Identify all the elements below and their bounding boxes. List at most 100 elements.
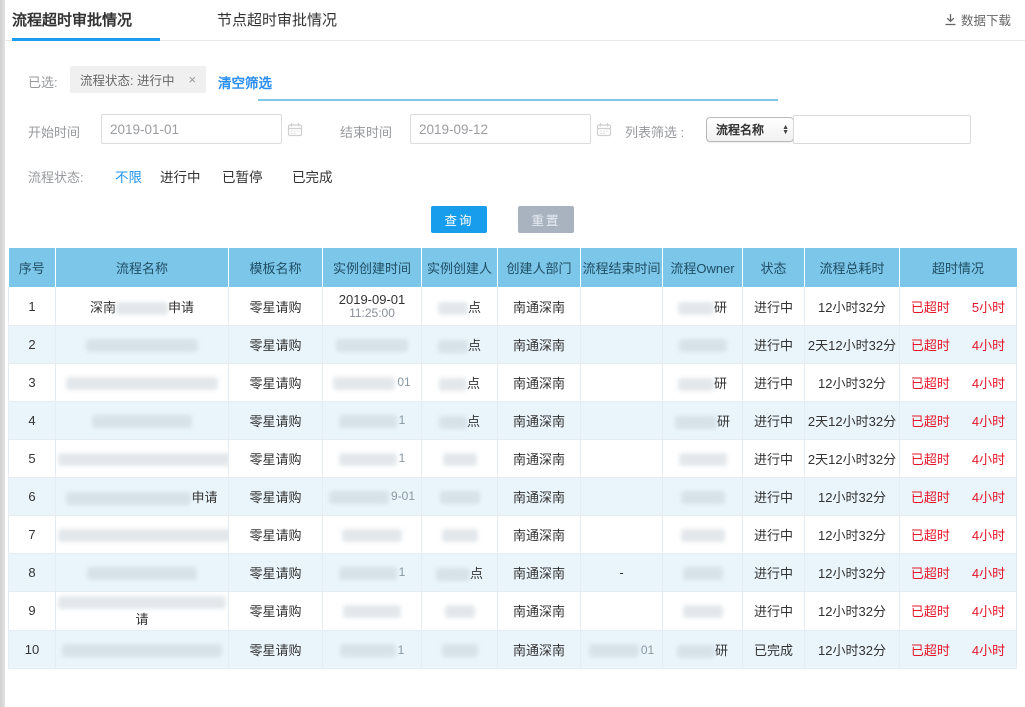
cell-template: 零星请购 <box>229 401 323 439</box>
cell-no: 3 <box>9 363 56 401</box>
cell-template: 零星请购 <box>229 591 323 630</box>
cell-text: 研 <box>714 300 727 315</box>
cell-name <box>56 515 229 553</box>
redacted-content <box>439 378 467 391</box>
cell-duration: 12小时32分 <box>805 591 900 630</box>
cell-creator <box>422 630 498 668</box>
query-button[interactable]: 查询 <box>431 206 487 233</box>
cell-overtime: 已超时4小时 <box>900 401 1017 439</box>
cell-overtime: 已超时 4小时 <box>900 515 1017 553</box>
cell-owner: 研 <box>663 401 743 439</box>
redacted-content <box>66 377 218 390</box>
redacted-content <box>440 491 480 504</box>
cell-template: 零星请购 <box>229 553 323 591</box>
clear-filters-link[interactable]: 清空筛选 <box>218 72 272 92</box>
cell-status: 进行中 <box>743 477 805 515</box>
cell-no: 6 <box>9 477 56 515</box>
created-time: 11:25:00 <box>325 307 419 320</box>
table-row: 3零星请购01点南通深南研进行中12小时32分已超时4小时 <box>9 363 1017 401</box>
status-option-paused[interactable]: 已暂停 <box>222 166 263 186</box>
redacted-content <box>86 339 198 352</box>
cell-template: 零星请购 <box>229 515 323 553</box>
table-row: 4零星请购1点南通深南研进行中2天12小时32分已超时4小时 <box>9 401 1017 439</box>
redacted-content <box>58 453 229 466</box>
cell-end <box>581 591 663 630</box>
redacted-content <box>678 378 714 391</box>
redacted-content <box>87 567 197 580</box>
cell-owner <box>663 439 743 477</box>
tab-node-overtime[interactable]: 节点超时审批情况 <box>217 9 337 30</box>
end-date-input[interactable] <box>419 122 596 137</box>
cell-status: 进行中 <box>743 515 805 553</box>
cell-name: 深南申请 <box>56 287 229 325</box>
column-header: 创建人部门 <box>498 248 581 287</box>
cell-no: 7 <box>9 515 56 553</box>
reset-button[interactable]: 重置 <box>518 206 574 233</box>
cell-template: 零星请购 <box>229 363 323 401</box>
redacted-content <box>438 340 468 353</box>
cell-owner <box>663 477 743 515</box>
list-filter-keyword-input[interactable] <box>793 115 971 144</box>
table-row: 1深南申请零星请购2019-09-0111:25:00点南通深南研进行中12小时… <box>9 287 1017 325</box>
list-filter-select[interactable]: 流程名称 ▲▼ <box>706 117 794 142</box>
start-time-label: 开始时间 <box>28 122 80 141</box>
status-option-all[interactable]: 不限 <box>115 166 142 186</box>
cell-end <box>581 363 663 401</box>
overtime-status: 已超时 <box>911 525 950 544</box>
redacted-content <box>443 453 477 466</box>
end-date-field[interactable] <box>410 114 591 144</box>
cell-end <box>581 477 663 515</box>
cell-overtime: 已超时4小时 <box>900 439 1017 477</box>
cell-no: 9 <box>9 591 56 630</box>
cell-created: 2019-09-0111:25:00 <box>323 287 422 325</box>
created-date: 2019-09-01 <box>325 292 419 307</box>
status-option-running[interactable]: 进行中 <box>160 166 201 186</box>
cell-overtime: 已超时4小时 <box>900 363 1017 401</box>
cell-duration: 12小时32分 <box>805 477 900 515</box>
cell-creator <box>422 591 498 630</box>
redacted-content <box>683 605 723 618</box>
overtime-hours: 4小时 <box>972 525 1005 544</box>
cell-status: 进行中 <box>743 363 805 401</box>
cell-created: 1 <box>323 439 422 477</box>
data-download-label: 数据下载 <box>961 10 1011 29</box>
calendar-icon[interactable] <box>596 122 612 137</box>
cell-overtime: 已超时5小时 <box>900 287 1017 325</box>
data-download-button[interactable]: 数据下载 <box>944 10 1011 29</box>
column-header: 序号 <box>9 248 56 287</box>
redacted-content <box>339 415 397 428</box>
cell-duration: 2天12小时32分 <box>805 439 900 477</box>
redacted-content <box>339 453 397 466</box>
cell-template: 零星请购 <box>229 439 323 477</box>
cell-text: 点 <box>468 338 481 353</box>
cell-end: - <box>581 553 663 591</box>
cell-overtime: 已超时4小时 <box>900 591 1017 630</box>
calendar-icon[interactable] <box>287 122 303 137</box>
cell-created: 01 <box>323 363 422 401</box>
table-row: 6申请零星请购9-01南通深南进行中12小时32分已超时4小时 <box>9 477 1017 515</box>
redacted-content <box>679 339 727 352</box>
cell-fragment: 01 <box>397 375 410 389</box>
redacted-content <box>677 645 715 658</box>
tab-process-overtime[interactable]: 流程超时审批情况 <box>12 9 132 30</box>
cell-fragment: 1 <box>399 413 406 427</box>
start-date-field[interactable] <box>101 114 282 144</box>
cell-fragment: 1 <box>399 451 406 465</box>
cell-dept: 南通深南 <box>498 439 581 477</box>
status-option-completed[interactable]: 已完成 <box>292 166 333 186</box>
cell-name: 申请 <box>56 477 229 515</box>
cell-text: 申请 <box>168 300 194 315</box>
redacted-content <box>678 302 714 315</box>
left-edge-strip <box>0 0 5 707</box>
cell-name: 请 <box>56 591 229 630</box>
overtime-status: 已超时 <box>911 449 950 468</box>
redacted-content <box>339 567 397 580</box>
redacted-content <box>445 605 475 618</box>
cell-text: 点 <box>467 376 480 391</box>
column-header: 模板名称 <box>229 248 323 287</box>
remove-filter-icon[interactable]: × <box>188 72 196 87</box>
cell-owner: 研 <box>663 363 743 401</box>
start-date-input[interactable] <box>110 122 287 137</box>
cell-template: 零星请购 <box>229 325 323 363</box>
cell-end <box>581 325 663 363</box>
